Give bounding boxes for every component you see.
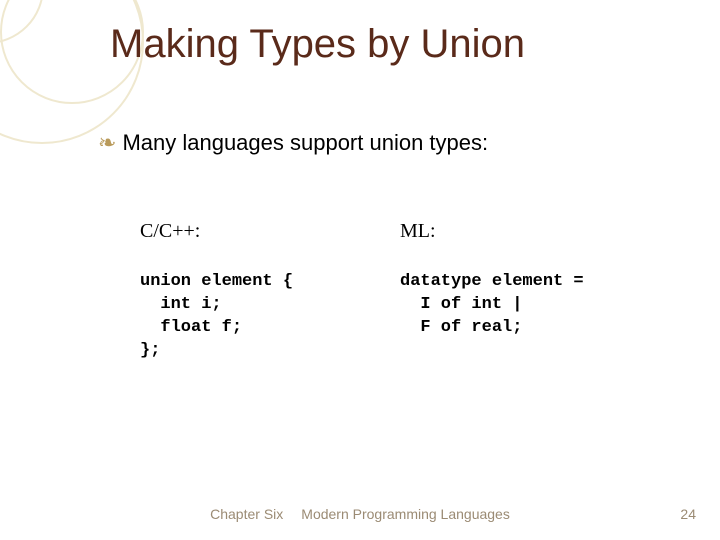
left-column-label: C/C++: (140, 220, 400, 243)
bullet-text: Many languages support union types: (122, 130, 488, 156)
slide-title: Making Types by Union (110, 22, 525, 67)
bullet-item: ❧ Many languages support union types: (98, 130, 488, 156)
page-number: 24 (680, 506, 696, 522)
footer-chapter: Chapter Six (210, 506, 283, 522)
bullet-icon: ❧ (98, 132, 116, 154)
right-code-block: datatype element = I of int | F of real; (400, 271, 660, 340)
left-code-block: union element { int i; float f; }; (140, 271, 400, 363)
right-column: ML: datatype element = I of int | F of r… (400, 220, 660, 363)
code-columns: C/C++: union element { int i; float f; }… (140, 220, 660, 363)
footer: Chapter Six Modern Programming Languages (0, 506, 720, 522)
left-column: C/C++: union element { int i; float f; }… (140, 220, 400, 363)
slide: Making Types by Union ❧ Many languages s… (0, 0, 720, 540)
right-column-label: ML: (400, 220, 660, 243)
footer-book-title: Modern Programming Languages (301, 506, 510, 522)
